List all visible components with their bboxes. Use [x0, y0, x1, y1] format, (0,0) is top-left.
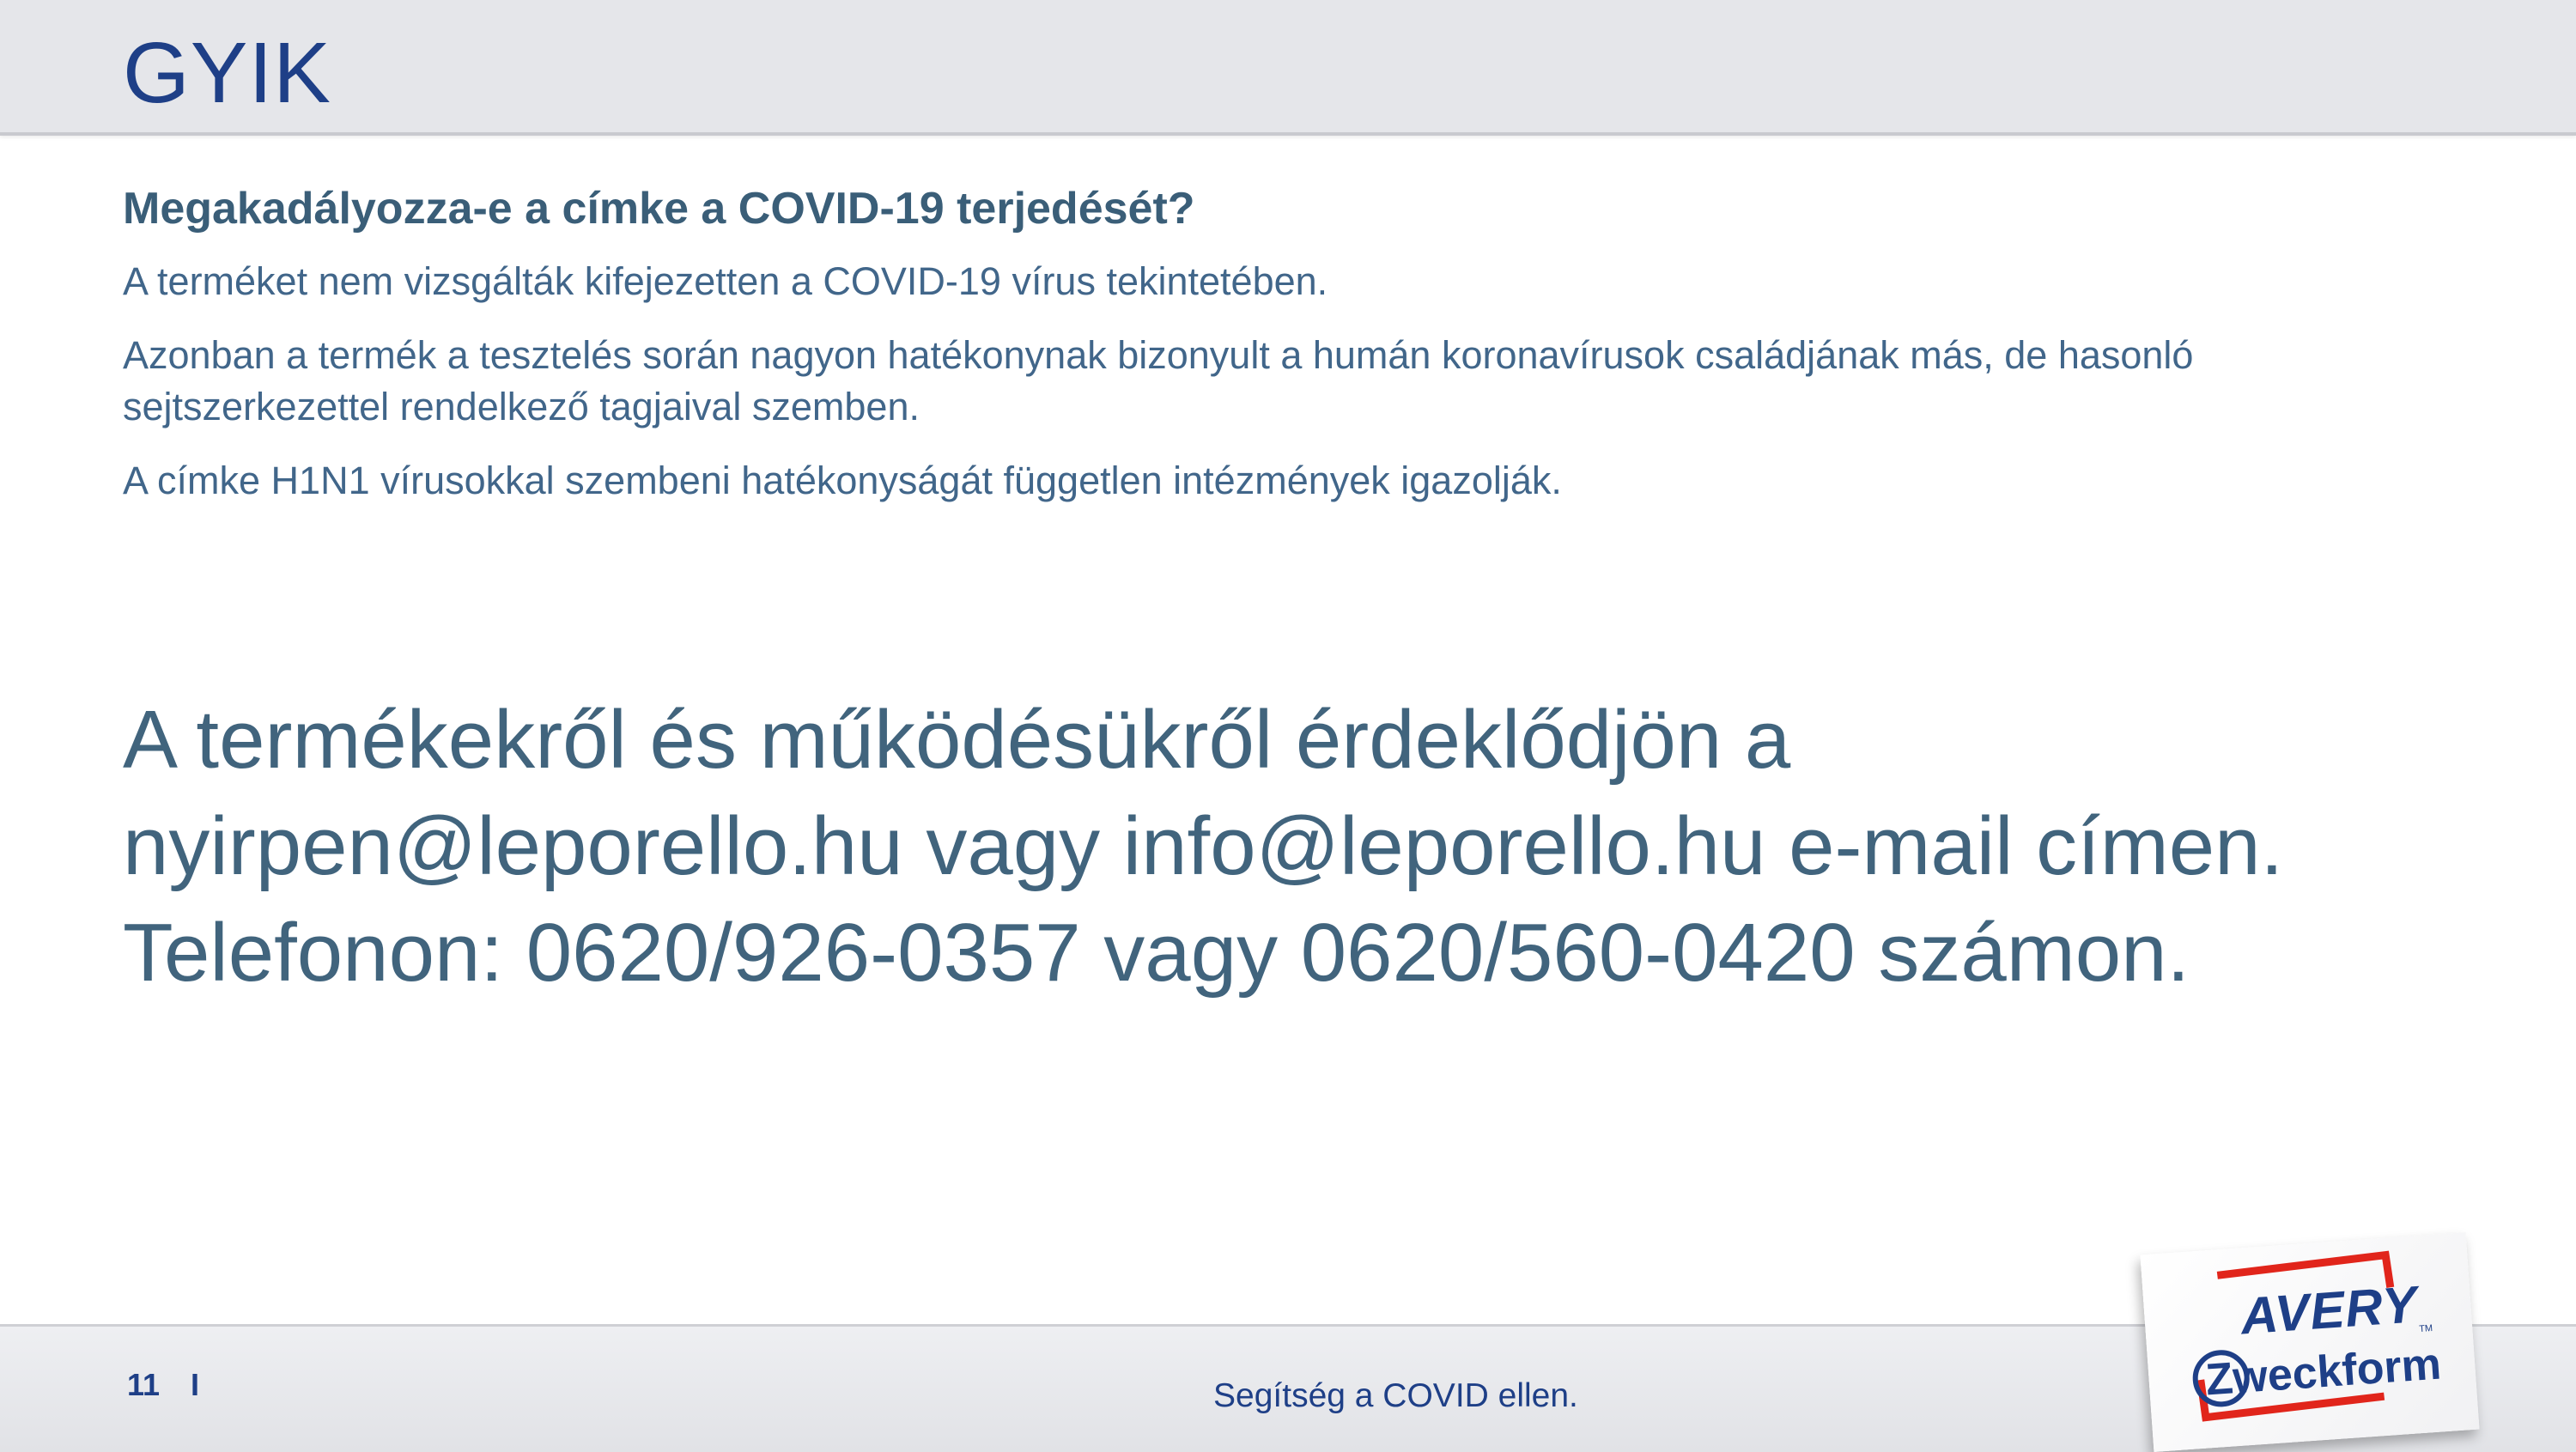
faq-answer-2: Azonban a termék a tesztelés során nagyo…	[123, 333, 2194, 428]
avery-zweckform-logo: AVERY TM Zweckform	[2140, 1232, 2480, 1452]
contact-line-phone: Telefonon: 0620/926-0357 vagy 0620/560-0…	[123, 907, 2190, 999]
logo-graphic: AVERY TM Zweckform	[2192, 1250, 2443, 1422]
faq-question: Megakadályozza-e a címke a COVID-19 terj…	[123, 184, 1195, 234]
page-number: 11	[127, 1367, 161, 1402]
header-bar: GYIK	[0, 0, 2576, 136]
footer-slogan: Segítség a COVID ellen.	[1213, 1377, 1578, 1414]
logo-zweckform-text: Zweckform	[2204, 1339, 2443, 1405]
page-title: GYIK	[123, 25, 331, 121]
faq-section: Megakadályozza-e a címke a COVID-19 terj…	[123, 180, 2441, 529]
contact-line-intro: A termékekről és működésükről érdeklődjö…	[123, 694, 1791, 786]
contact-info: A termékekről és működésükről érdeklődjö…	[123, 687, 2484, 1006]
page-number-separator: I	[191, 1367, 200, 1402]
logo-avery-text: AVERY	[2237, 1275, 2422, 1346]
faq-answer-3: A címke H1N1 vírusokkal szembeni hatékon…	[123, 459, 1562, 502]
logo-trademark: TM	[2419, 1323, 2433, 1334]
contact-line-email: nyirpen@leporello.hu vagy info@leporello…	[123, 800, 2284, 892]
faq-answer-1: A terméket nem vizsgálták kifejezetten a…	[123, 259, 1328, 303]
